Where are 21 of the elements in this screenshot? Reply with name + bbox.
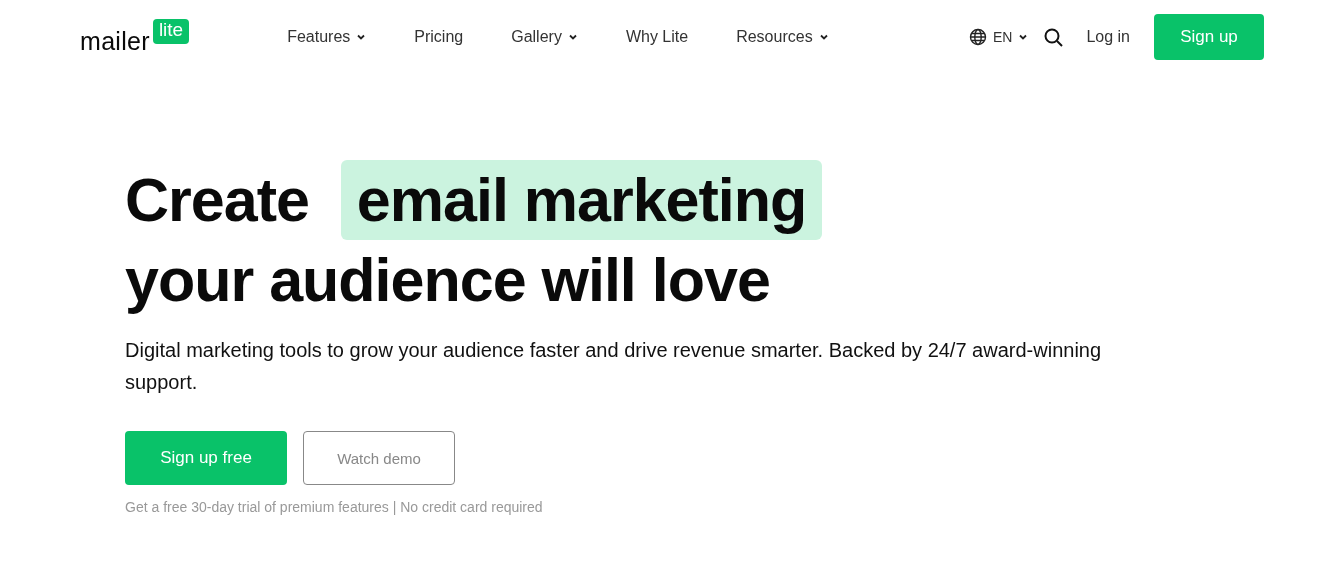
watch-demo-button[interactable]: Watch demo: [303, 431, 455, 485]
logo-wordmark: mailer: [80, 26, 150, 56]
globe-icon: [968, 28, 987, 46]
footnote: Get a free 30-day trial of premium features | No credit card required: [125, 499, 544, 515]
search-button[interactable]: [1044, 27, 1064, 47]
login-link[interactable]: Log in: [1086, 28, 1130, 46]
logo[interactable]: mailer lite: [80, 18, 190, 56]
nav-link[interactable]: Pricing: [414, 28, 464, 46]
nav-link[interactable]: Why Lite: [625, 28, 689, 46]
chevron-icon: [1018, 32, 1029, 42]
language-selector[interactable]: EN: [968, 28, 1029, 46]
chevron-icon: [356, 32, 367, 42]
chevron-icon: [818, 32, 829, 42]
nav-link[interactable]: Features: [287, 28, 367, 46]
chevron-icon: [567, 32, 578, 42]
search-icon: [1044, 27, 1064, 47]
nav-link[interactable]: Gallery: [511, 28, 578, 46]
headline: Create email marketing your audience will love: [125, 160, 1334, 320]
subtitle: Digital marketing tools to grow your audience faster and drive revenue smarter. Backed by 24/7 award-winning support.: [125, 338, 1103, 395]
nav-link[interactable]: Resources: [736, 28, 829, 46]
logo-badge: lite: [152, 18, 190, 44]
